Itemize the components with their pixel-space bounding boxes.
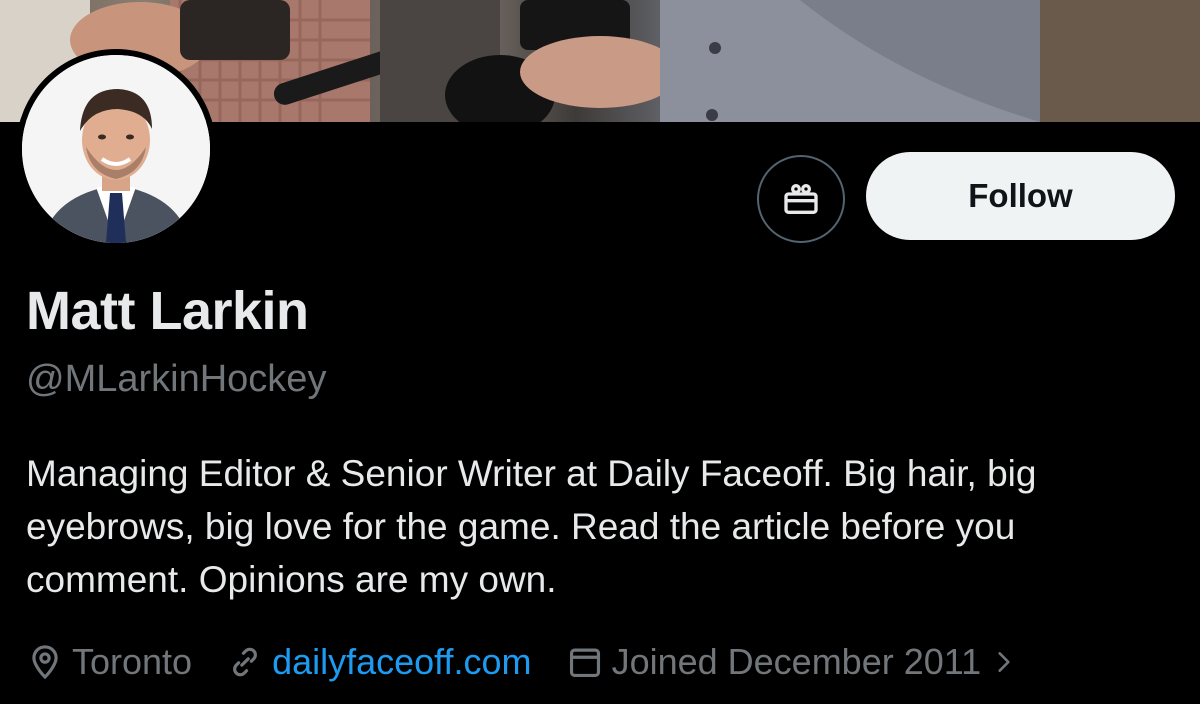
map-pin-icon [32, 645, 58, 680]
avatar[interactable] [16, 49, 216, 249]
location-text: Toronto [72, 641, 193, 682]
joined-item[interactable]: Joined December 2011 [566, 641, 1026, 683]
link-icon [233, 647, 257, 677]
chevron-right-icon[interactable] [991, 645, 1017, 679]
website-link[interactable]: dailyfaceoff.com [272, 641, 531, 683]
profile-bio: Managing Editor & Senior Writer at Daily… [26, 453, 1037, 600]
location-item: Toronto [26, 641, 192, 683]
gift-icon [784, 184, 818, 214]
user-handle: @MLarkinHockey [26, 358, 327, 400]
profile-meta-row: Toronto dailyfaceoff.com Joined December… [26, 636, 1025, 688]
gift-button[interactable] [757, 155, 845, 243]
follow-button[interactable]: Follow [866, 152, 1175, 240]
profile-page: Follow Matt Larkin @MLarkinHockey Managi… [0, 0, 1200, 704]
avatar-photo [22, 55, 210, 243]
calendar-icon [569, 648, 600, 678]
display-name: Matt Larkin [26, 281, 309, 341]
joined-text: Joined December 2011 [611, 641, 982, 682]
website-item[interactable]: dailyfaceoff.com [226, 641, 532, 683]
